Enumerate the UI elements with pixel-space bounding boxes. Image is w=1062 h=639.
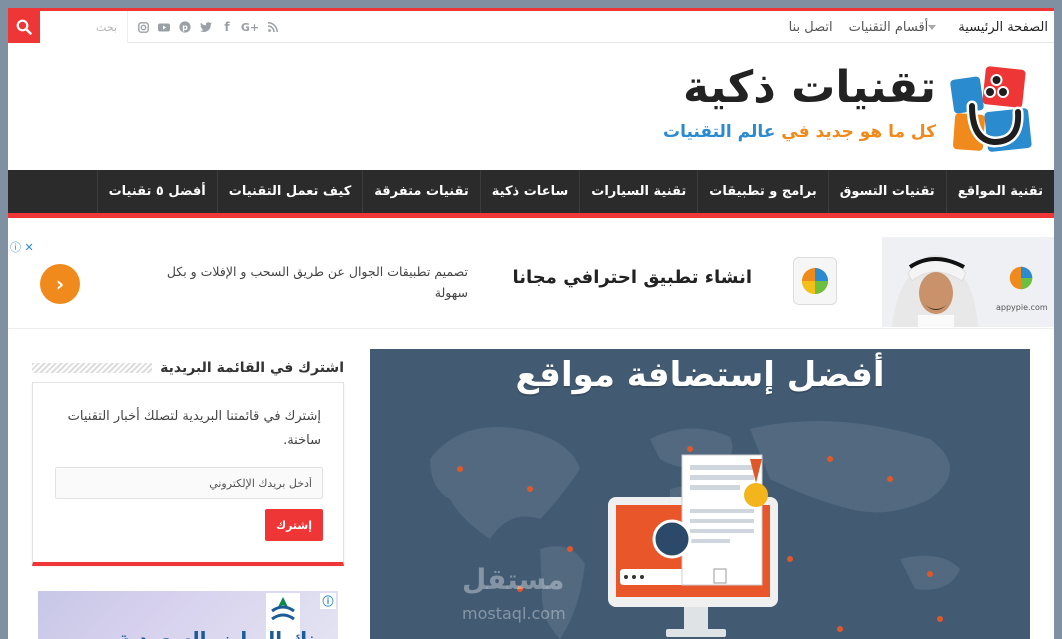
nav-item-how-it-works[interactable]: كيف تعمل التقنيات [216, 170, 363, 213]
search-icon [16, 19, 32, 35]
title-divider [32, 363, 153, 373]
nav-item-top5[interactable]: أفضل ٥ تقنيات [96, 170, 217, 213]
facebook-icon[interactable]: f [220, 20, 234, 34]
tagline-part-2: عالم التقنيات [663, 122, 776, 142]
sidebar-ad-text: بنك الرياض السعودية [118, 627, 324, 639]
featured-post-image[interactable]: أفضل إستضافة مواقع مستقل mostaql.com [370, 349, 1030, 639]
newsletter-widget: إشترك في قائمتنا البريدية لتصلك أخبار ال… [32, 382, 344, 566]
search-input[interactable] [40, 11, 128, 43]
search-button[interactable] [8, 11, 40, 43]
top-bar: p f G+ الصفحة الرئيسية أقسام التقنيات ات… [8, 11, 1054, 43]
top-nav-sections[interactable]: أقسام التقنيات [849, 20, 943, 35]
ad-title: انشاء تطبيق احترافي مجانا [512, 267, 752, 288]
logo-title: تقنيات ذكية [683, 62, 937, 113]
page-frame: p f G+ الصفحة الرئيسية أقسام التقنيات ات… [8, 8, 1054, 639]
newsletter-text: إشترك في قائمتنا البريدية لتصلك أخبار ال… [67, 409, 321, 448]
top-nav-contact[interactable]: اتصل بنا [789, 20, 833, 35]
rss-icon[interactable] [266, 20, 280, 34]
youtube-icon[interactable] [157, 20, 171, 34]
social-links: p f G+ [136, 11, 280, 43]
top-nav-sections-label: أقسام التقنيات [848, 19, 929, 35]
top-nav-home[interactable]: الصفحة الرئيسية [958, 20, 1048, 35]
ad-banner[interactable]: ⓘ ✕ › تصميم تطبيقات الجوال عن طريق السحب… [8, 237, 1054, 329]
email-field[interactable] [55, 467, 323, 499]
featured-title: أفضل إستضافة مواقع [515, 355, 885, 395]
watermark: مستقل [462, 563, 565, 596]
site-logo[interactable]: تقنيات ذكية كل ما هو جديد في عالم التقني… [663, 62, 1040, 158]
watermark-url: mostaql.com [462, 604, 566, 623]
site-header: تقنيات ذكية كل ما هو جديد في عالم التقني… [8, 43, 1054, 170]
nav-item-smartwatches[interactable]: ساعات ذكية [479, 170, 579, 213]
logo-mark-icon [950, 66, 1032, 152]
twitter-icon[interactable] [199, 20, 213, 34]
tagline-part-1: كل ما هو جديد في [775, 122, 936, 142]
ad-person-image: appypie.com [882, 237, 1054, 327]
svg-text:p: p [182, 23, 188, 32]
newsletter-widget-title: اشترك في القائمة البريدية [32, 357, 344, 379]
nav-item-misc[interactable]: تقنيات متفرقة [362, 170, 480, 213]
nav-item-websites[interactable]: تقنية المواقع [945, 170, 1054, 213]
logo-tagline: كل ما هو جديد في عالم التقنيات [663, 122, 936, 142]
widget-title-text: اشترك في القائمة البريدية [160, 360, 344, 376]
subscribe-button[interactable]: إشترك [265, 509, 323, 541]
ad-brand: appypie.com [996, 303, 1048, 312]
nav-item-shopping[interactable]: تقنيات التسوق [827, 170, 946, 213]
sidebar-ad[interactable]: ⓘ بنك الرياض السعودية [38, 591, 338, 639]
ad-chevron-right-icon[interactable]: › [40, 264, 80, 304]
pinterest-icon[interactable]: p [178, 20, 192, 34]
chevron-down-icon [928, 24, 937, 30]
nav-item-apps[interactable]: برامج و تطبيقات [697, 170, 827, 213]
nav-item-cars[interactable]: تقنية السيارات [579, 170, 697, 213]
instagram-icon[interactable] [136, 20, 150, 34]
ad-close-icon[interactable]: ⓘ [320, 593, 336, 609]
ad-description: تصميم تطبيقات الجوال عن طريق السحب و الإ… [166, 264, 468, 300]
main-nav: تقنية المواقع تقنيات التسوق برامج و تطبي… [8, 170, 1054, 218]
google-plus-icon[interactable]: G+ [241, 20, 259, 34]
ad-info-icon[interactable]: ⓘ ✕ [10, 239, 34, 255]
top-nav: الصفحة الرئيسية أقسام التقنيات اتصل بنا [789, 11, 1048, 43]
ad-brand-logo-icon [1009, 266, 1033, 290]
ad-app-icon [793, 257, 837, 305]
